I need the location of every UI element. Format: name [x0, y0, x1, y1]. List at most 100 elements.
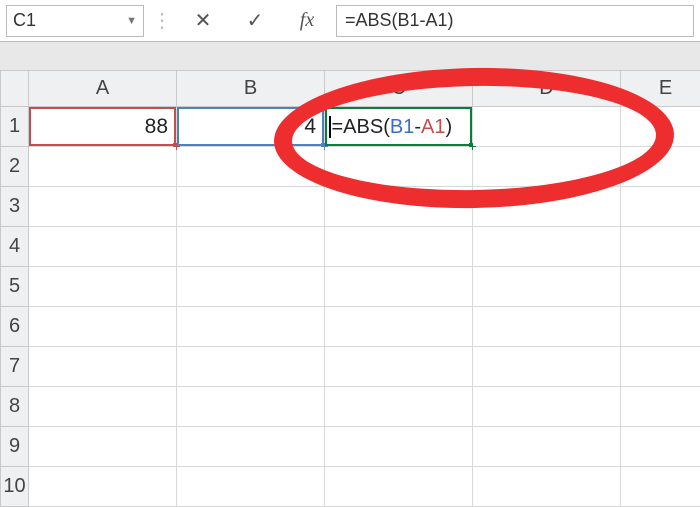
cancel-formula-button[interactable]: ✕ — [180, 5, 226, 37]
formula-bar: C1 ▼ ⋮ ✕ ✓ fx =ABS(B1-A1) — [0, 0, 700, 42]
tok-prefix: =ABS( — [332, 116, 390, 138]
cell-D7[interactable] — [473, 347, 621, 387]
cell-A6[interactable] — [29, 307, 177, 347]
col-header-C[interactable]: C — [325, 71, 473, 107]
cell-D5[interactable] — [473, 267, 621, 307]
cell-D8[interactable] — [473, 387, 621, 427]
row-header-9[interactable]: 9 — [1, 427, 29, 467]
row-5: 5 — [1, 267, 700, 307]
cell-B8[interactable] — [177, 387, 325, 427]
column-header-row: A B C D E — [1, 71, 700, 107]
row-1: 1 88 4 =ABS(B1-A1) — [1, 107, 700, 147]
cell-D2[interactable] — [473, 147, 621, 187]
accept-formula-button[interactable]: ✓ — [232, 5, 278, 37]
cell-C1[interactable]: =ABS(B1-A1) — [325, 107, 473, 147]
cell-C10[interactable] — [325, 467, 473, 507]
cell-E5[interactable] — [621, 267, 700, 307]
check-icon: ✓ — [247, 8, 264, 33]
col-header-D[interactable]: D — [473, 71, 621, 107]
row-header-4[interactable]: 4 — [1, 227, 29, 267]
row-header-10[interactable]: 10 — [1, 467, 29, 507]
row-6: 6 — [1, 307, 700, 347]
cell-A4[interactable] — [29, 227, 177, 267]
chevron-down-icon[interactable]: ▼ — [126, 15, 137, 27]
row-7: 7 — [1, 347, 700, 387]
cell-C3[interactable] — [325, 187, 473, 227]
cell-D9[interactable] — [473, 427, 621, 467]
cell-A1[interactable]: 88 — [29, 107, 177, 147]
row-10: 10 — [1, 467, 700, 507]
tok-ref-B1: B1 — [390, 116, 414, 138]
col-header-E[interactable]: E — [621, 71, 700, 107]
cell-B6[interactable] — [177, 307, 325, 347]
row-header-1[interactable]: 1 — [1, 107, 29, 147]
tok-minus: - — [414, 116, 421, 138]
cell-C4[interactable] — [325, 227, 473, 267]
cell-D4[interactable] — [473, 227, 621, 267]
cell-A7[interactable] — [29, 347, 177, 387]
cell-B7[interactable] — [177, 347, 325, 387]
row-header-6[interactable]: 6 — [1, 307, 29, 347]
cell-E7[interactable] — [621, 347, 700, 387]
row-header-3[interactable]: 3 — [1, 187, 29, 227]
cell-A5[interactable] — [29, 267, 177, 307]
cell-A2[interactable] — [29, 147, 177, 187]
cell-B4[interactable] — [177, 227, 325, 267]
text-cursor-icon — [329, 116, 331, 138]
cell-E6[interactable] — [621, 307, 700, 347]
cell-B2[interactable] — [177, 147, 325, 187]
cell-C8[interactable] — [325, 387, 473, 427]
name-box-value: C1 — [13, 10, 36, 31]
cell-C2[interactable] — [325, 147, 473, 187]
col-header-B[interactable]: B — [177, 71, 325, 107]
cell-B10[interactable] — [177, 467, 325, 507]
row-4: 4 — [1, 227, 700, 267]
cell-E9[interactable] — [621, 427, 700, 467]
cancel-icon: ✕ — [195, 8, 212, 33]
col-header-A[interactable]: A — [29, 71, 177, 107]
cell-A3[interactable] — [29, 187, 177, 227]
row-3: 3 — [1, 187, 700, 227]
cell-D10[interactable] — [473, 467, 621, 507]
row-8: 8 — [1, 387, 700, 427]
spreadsheet-grid: A B C D E 1 88 4 =ABS(B1-A1) 2 — [0, 70, 700, 507]
cell-B5[interactable] — [177, 267, 325, 307]
tok-suffix: ) — [445, 116, 452, 138]
cell-E10[interactable] — [621, 467, 700, 507]
formula-input[interactable]: =ABS(B1-A1) — [336, 5, 694, 37]
select-all-corner[interactable] — [1, 71, 29, 107]
cell-C6[interactable] — [325, 307, 473, 347]
row-9: 9 — [1, 427, 700, 467]
cell-E4[interactable] — [621, 227, 700, 267]
fx-icon: fx — [300, 9, 314, 32]
cell-A9[interactable] — [29, 427, 177, 467]
cell-A8[interactable] — [29, 387, 177, 427]
row-header-2[interactable]: 2 — [1, 147, 29, 187]
separator: ⋮ — [150, 8, 174, 33]
row-header-8[interactable]: 8 — [1, 387, 29, 427]
name-box[interactable]: C1 ▼ — [6, 5, 144, 37]
cell-D6[interactable] — [473, 307, 621, 347]
row-header-7[interactable]: 7 — [1, 347, 29, 387]
formula-text: =ABS(B1-A1) — [345, 10, 454, 31]
cell-C7[interactable] — [325, 347, 473, 387]
row-header-5[interactable]: 5 — [1, 267, 29, 307]
ribbon-gap — [0, 42, 700, 70]
cell-E3[interactable] — [621, 187, 700, 227]
tok-ref-A1: A1 — [421, 116, 445, 138]
cell-E8[interactable] — [621, 387, 700, 427]
cell-D1[interactable] — [473, 107, 621, 147]
cell-B3[interactable] — [177, 187, 325, 227]
cell-E1[interactable] — [621, 107, 700, 147]
cell-C9[interactable] — [325, 427, 473, 467]
cell-E2[interactable] — [621, 147, 700, 187]
cell-A1-value: 88 — [145, 115, 168, 138]
cell-B1-value: 4 — [304, 115, 316, 138]
cell-B9[interactable] — [177, 427, 325, 467]
cell-A10[interactable] — [29, 467, 177, 507]
grid-table: A B C D E 1 88 4 =ABS(B1-A1) 2 — [0, 70, 700, 507]
cell-B1[interactable]: 4 — [177, 107, 325, 147]
cell-C5[interactable] — [325, 267, 473, 307]
insert-function-button[interactable]: fx — [284, 5, 330, 37]
cell-D3[interactable] — [473, 187, 621, 227]
